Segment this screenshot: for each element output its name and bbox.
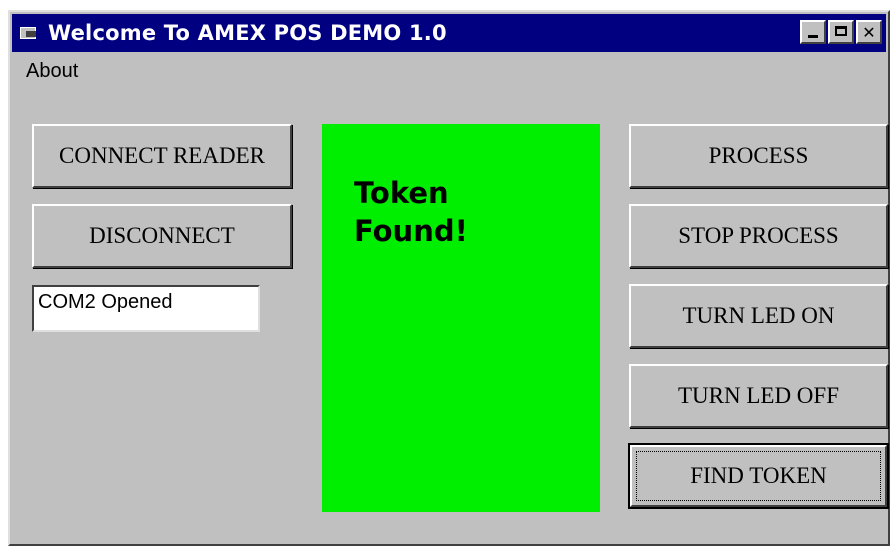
window-controls: ✕ <box>800 20 882 44</box>
find-token-button[interactable]: FIND TOKEN <box>628 443 889 509</box>
turn-led-off-button[interactable]: TURN LED OFF <box>629 364 888 428</box>
window-title: Welcome To AMEX POS DEMO 1.0 <box>48 21 447 45</box>
title-bar[interactable]: Welcome To AMEX POS DEMO 1.0 ✕ <box>12 14 886 52</box>
maximize-icon <box>835 26 847 36</box>
disconnect-button[interactable]: DISCONNECT <box>32 204 292 268</box>
app-window: Welcome To AMEX POS DEMO 1.0 ✕ About CON… <box>8 10 890 546</box>
focus-rectangle <box>636 451 881 501</box>
menu-bar: About <box>12 56 886 86</box>
close-icon: ✕ <box>862 22 876 42</box>
app-icon[interactable] <box>20 25 42 41</box>
connect-reader-button[interactable]: CONNECT READER <box>32 124 292 188</box>
token-status-panel: Token Found! <box>322 124 600 512</box>
process-button[interactable]: PROCESS <box>629 124 888 188</box>
close-button[interactable]: ✕ <box>856 20 882 44</box>
minimize-icon <box>808 35 818 38</box>
menu-about[interactable]: About <box>12 60 92 83</box>
status-field: COM2 Opened <box>32 285 260 332</box>
turn-led-on-button[interactable]: TURN LED ON <box>629 284 888 348</box>
token-status-message: Token Found! <box>354 176 468 248</box>
stop-process-button[interactable]: STOP PROCESS <box>629 204 888 268</box>
maximize-button[interactable] <box>828 20 854 44</box>
minimize-button[interactable] <box>800 20 826 44</box>
